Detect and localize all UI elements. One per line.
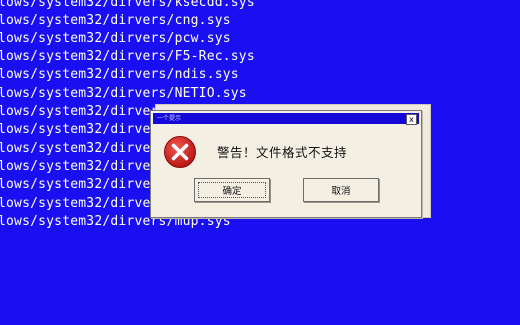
error-x-icon xyxy=(164,136,196,168)
error-dialog: 一个提示 x 警告！文件格式不支持 确定 取消 xyxy=(150,110,422,218)
ok-button[interactable]: 确定 xyxy=(194,178,270,202)
dialog-message: 警告！文件格式不支持 xyxy=(217,145,348,160)
cancel-button-label: 取消 xyxy=(331,186,351,197)
console-line: lows/system32/dirvers/ xyxy=(0,196,175,211)
console-line: lows/system32/dirvers/NETIO.sys xyxy=(0,86,247,101)
focus-ring xyxy=(198,182,266,198)
console-line: lows/system32/dirvers/pcw.sys xyxy=(0,31,231,46)
dialog-title-bar[interactable]: 一个提示 x xyxy=(153,113,419,125)
console-line: lows/system32/dirvers/ xyxy=(0,141,175,156)
close-button[interactable]: x xyxy=(406,114,417,125)
console-line: lows/system32/dirvers/cng.sys xyxy=(0,13,231,28)
console-line: lows/system32/dirvers/ndis.sys xyxy=(0,67,239,82)
console-line: lows/system32/dirvers/ xyxy=(0,104,175,119)
cancel-button[interactable]: 取消 xyxy=(303,178,379,202)
console-line: lows/system32/dirvers/ksecdd.sys xyxy=(0,0,255,10)
console-line: lows/system32/dirvers/F5-Rec.sys xyxy=(0,49,255,64)
console-line: lows/system32/dirvers/ xyxy=(0,177,175,192)
console-line: lows/system32/dirvers/ xyxy=(0,122,175,137)
console-line: lows/system32/dirvers/ xyxy=(0,159,175,174)
dialog-title: 一个提示 xyxy=(157,115,182,122)
